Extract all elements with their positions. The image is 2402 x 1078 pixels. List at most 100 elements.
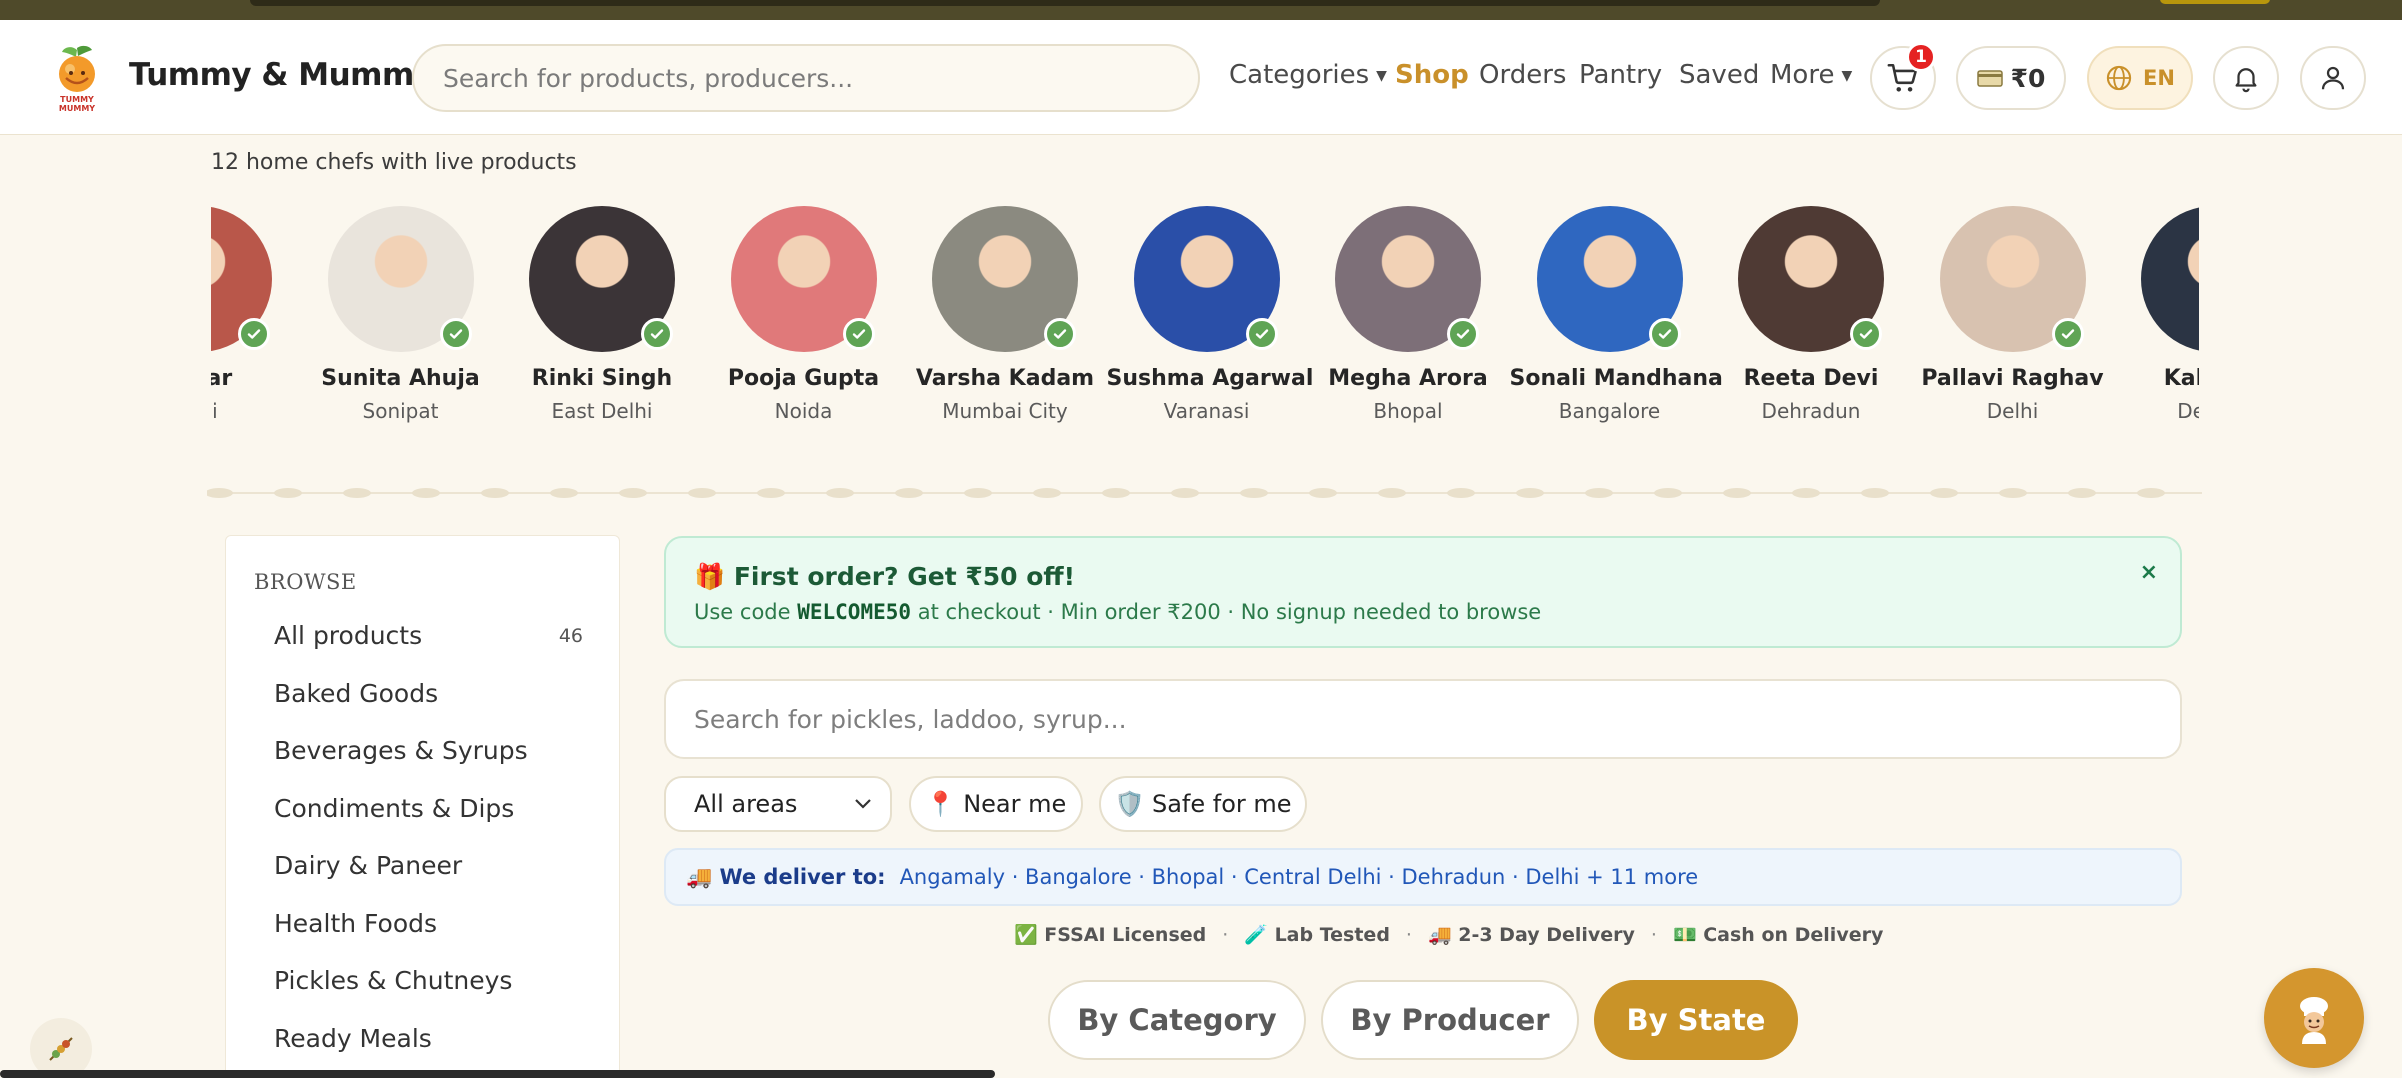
logo-icon: TUMMY MUMMY — [59, 45, 95, 113]
promo-text-pre: Use code — [694, 600, 798, 624]
verified-check-icon — [2051, 318, 2084, 350]
chef-avatar — [327, 206, 474, 352]
divider-dot — [550, 488, 578, 498]
chef-city: Dehrad — [2177, 399, 2199, 423]
divider-dot — [1654, 488, 1682, 498]
chef-avatar — [211, 206, 272, 352]
nav-saved[interactable]: Saved — [1679, 60, 1759, 90]
chef-card[interactable]: Megha Arora Bhopal — [1308, 200, 1508, 423]
chef-avatar — [932, 206, 1078, 352]
divider-dot — [1033, 488, 1061, 498]
notifications-button[interactable] — [2213, 46, 2279, 110]
verified-check-icon — [439, 318, 472, 350]
brand-logo[interactable]: TUMMY MUMMY — [46, 44, 108, 114]
wallet-button[interactable]: ₹0 — [1956, 46, 2066, 110]
nav-more-label: More — [1770, 60, 1835, 90]
site-header: TUMMY MUMMY Tummy & Mummy Categories ▼ Sh… — [0, 20, 2402, 135]
divider-dot — [1861, 488, 1889, 498]
sidebar-category-item[interactable]: Dairy & Paneer — [274, 851, 462, 880]
areas-select[interactable]: All areas — [664, 776, 892, 832]
tab-by-producer[interactable]: By Producer — [1321, 980, 1579, 1060]
divider-dot — [343, 488, 371, 498]
chef-name: ...nar — [211, 366, 233, 391]
wallet-icon — [1976, 70, 2003, 87]
nav-orders[interactable]: Orders — [1479, 60, 1566, 90]
sidebar-category-item[interactable]: Condiments & Dips — [274, 794, 514, 823]
chef-assistant-button[interactable] — [2264, 968, 2364, 1068]
language-button[interactable]: EN — [2087, 46, 2193, 110]
sidebar-category-item[interactable]: Beverages & Syrups — [274, 736, 528, 765]
nav-categories-label: Categories — [1229, 60, 1370, 90]
chef-card[interactable]: Sushma Agarwal Varanasi — [1107, 200, 1313, 423]
chef-card[interactable]: Pallavi Raghav Delhi — [1913, 200, 2113, 423]
promo-text-post: at checkout · Min order ₹200 · No signup… — [911, 600, 1542, 624]
chef-card[interactable]: Sonali Mandhana Bangalore — [1510, 200, 1723, 423]
divider-dot — [412, 488, 440, 498]
header-search-input[interactable] — [412, 44, 1200, 112]
chef-card[interactable]: Varsha Kadam Mumbai City — [905, 200, 1105, 423]
sidebar-category-item[interactable]: Baked Goods — [274, 679, 438, 708]
trust-separator: · — [1650, 924, 1657, 946]
sidebar-category-item[interactable]: All products — [274, 621, 422, 650]
divider-dot — [274, 488, 302, 498]
sidebar-category-item[interactable]: Health Foods — [274, 909, 437, 938]
nav-shop[interactable]: Shop — [1395, 60, 1469, 90]
product-search-input[interactable] — [664, 679, 2182, 759]
chef-city: East Delhi — [551, 399, 653, 423]
divider-dot — [1378, 488, 1406, 498]
browser-top-strip — [0, 0, 2402, 20]
divider-dot — [619, 488, 647, 498]
chef-card[interactable]: Sunita Ahuja Sonipat — [301, 200, 501, 423]
trust-badge: 🧪 Lab Tested — [1244, 924, 1390, 946]
chef-name: Reeta Devi — [1743, 366, 1879, 391]
chef-name: Megha Arora — [1328, 366, 1488, 391]
deliver-label: 🚚 We deliver to: — [686, 864, 886, 889]
cart-button[interactable]: 1 — [1870, 42, 1936, 110]
chef-card[interactable]: Reeta Devi Dehradun — [1711, 200, 1911, 423]
divider-dot — [964, 488, 992, 498]
promo-banner: 🎁 First order? Get ₹50 off! Use code WEL… — [664, 536, 2182, 648]
divider-dot — [826, 488, 854, 498]
account-button[interactable] — [2300, 46, 2366, 110]
user-icon — [2321, 66, 2345, 90]
divider-dot — [1102, 488, 1130, 498]
nav-pantry[interactable]: Pantry — [1579, 60, 1662, 90]
chef-city: Mumbai City — [942, 399, 1068, 423]
verified-check-icon — [1648, 318, 1681, 350]
chevron-down-icon: ▼ — [1376, 68, 1387, 84]
chef-name: Pooja Gupta — [727, 366, 880, 391]
chef-avatar — [1335, 206, 1481, 352]
safe-for-me-button[interactable]: 🛡️ Safe for me — [1099, 776, 1307, 832]
nav-categories[interactable]: Categories ▼ — [1229, 60, 1387, 90]
brand-name[interactable]: Tummy & Mummy — [129, 57, 434, 93]
divider-dot — [688, 488, 716, 498]
chef-card[interactable]: Kalpana Dehrad — [2114, 200, 2199, 423]
mini-floating-button[interactable] — [30, 1018, 92, 1078]
verified-check-icon — [1850, 318, 1882, 350]
divider-dot — [1585, 488, 1613, 498]
trust-badge: 💵 Cash on Delivery — [1672, 924, 1884, 946]
tab-by-state[interactable]: By State — [1594, 980, 1798, 1060]
divider-dot — [895, 488, 923, 498]
nav-more[interactable]: More ▼ — [1770, 60, 1852, 90]
chef-card[interactable]: ...nar ...hi — [211, 200, 299, 423]
trust-separator: · — [1405, 924, 1412, 946]
wallet-balance: ₹0 — [2010, 63, 2046, 93]
chef-city: Dehradun — [1761, 399, 1861, 423]
chef-city: Noida — [774, 399, 833, 423]
chef-avatar — [1738, 206, 1884, 352]
chef-card[interactable]: Pooja Gupta Noida — [704, 200, 904, 423]
chef-name: Kalpana — [2163, 366, 2199, 391]
deliver-list[interactable]: Angamaly · Bangalore · Bhopal · Central … — [900, 865, 1699, 889]
chef-icon — [2300, 997, 2328, 1044]
trust-badge: 🚚 2-3 Day Delivery — [1427, 924, 1635, 946]
sidebar-category-item[interactable]: Ready Meals — [274, 1024, 432, 1053]
close-icon[interactable]: × — [2140, 560, 2158, 585]
chef-card[interactable]: Rinki Singh East Delhi — [502, 200, 702, 423]
tab-by-category[interactable]: By Category — [1048, 980, 1306, 1060]
sidebar-category-item[interactable]: Pickles & Chutneys — [274, 966, 512, 995]
chefs-carousel[interactable]: ...nar ...hi Sunita Ahuja Sonipat Rinki Sing… — [211, 200, 2199, 430]
chef-avatar — [1939, 206, 2086, 352]
near-me-button[interactable]: 📍 Near me — [909, 776, 1083, 832]
chefs-subtitle: 12 home chefs with live products — [211, 150, 577, 175]
